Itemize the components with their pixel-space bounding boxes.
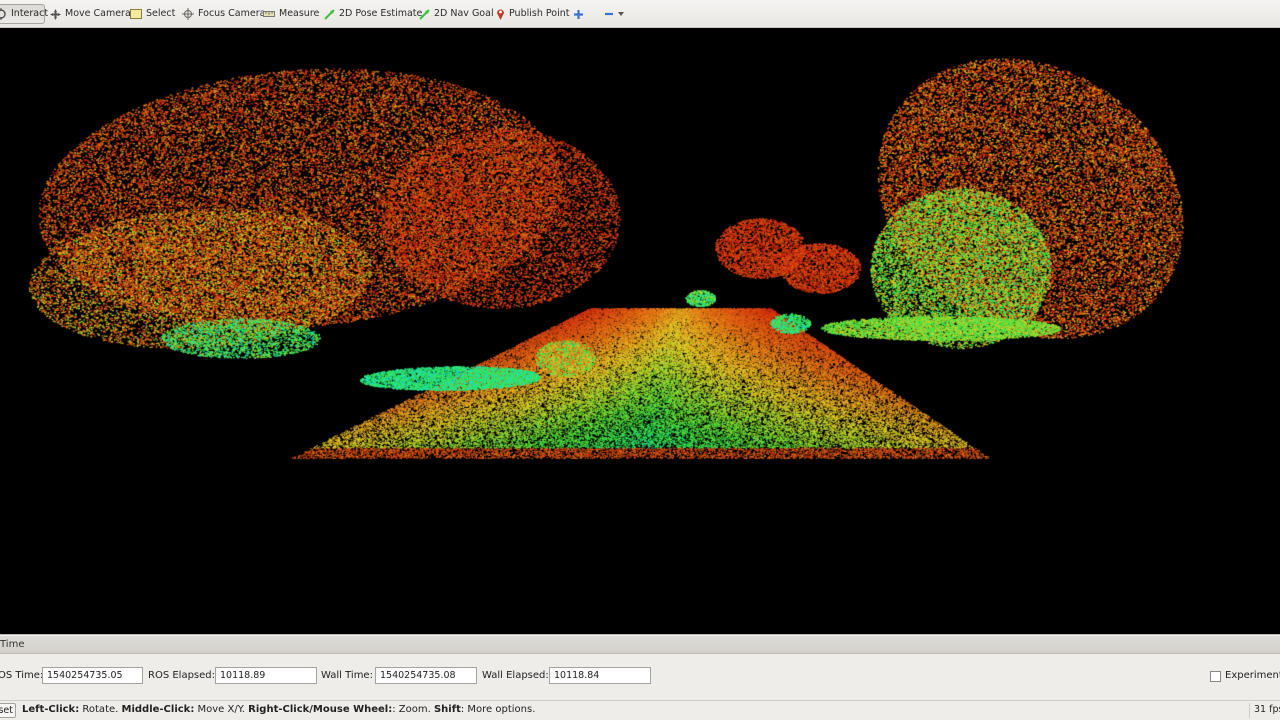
reset-button[interactable]: set [0, 703, 16, 718]
status-bar: set Left-Click: Rotate. Middle-Click: Mo… [0, 700, 1280, 720]
experimental-checkbox[interactable] [1210, 671, 1221, 682]
select-tool-label: Select [146, 8, 176, 19]
focus-camera-tool-button[interactable]: Focus Camera [182, 4, 265, 24]
hint-part: Move X/Y. [194, 704, 249, 715]
mouse-hint-text: Left-Click: Rotate. Middle-Click: Move X… [22, 704, 535, 715]
publish-point-icon [496, 8, 505, 20]
hint-part: Middle-Click: [121, 704, 195, 715]
focus-camera-icon [182, 8, 194, 20]
measure-icon [263, 10, 275, 18]
hint-part: Rotate. [79, 704, 122, 715]
interact-tool-label: Interact [11, 8, 49, 19]
ros-time-label: OS Time: [0, 670, 44, 681]
chevron-down-icon [618, 12, 624, 16]
plus-icon [573, 9, 584, 20]
wall-elapsed-label: Wall Elapsed: [482, 670, 549, 681]
wall-time-label: Wall Time: [321, 670, 373, 681]
ros-elapsed-field[interactable]: 10118.89 [215, 667, 317, 684]
select-icon [130, 9, 142, 19]
publish-point-tool-label: Publish Point [509, 8, 570, 19]
tools-toolbar: Interact Move Camera Select Focus Camera… [0, 0, 1280, 28]
select-tool-button[interactable]: Select [130, 4, 175, 24]
pose-estimate-tool-label: 2D Pose Estimate [339, 8, 423, 19]
fps-counter: 31 fps [1249, 703, 1280, 718]
measure-tool-label: Measure [279, 8, 320, 19]
nav-goal-tool-label: 2D Nav Goal [434, 8, 494, 19]
move-camera-tool-label: Move Camera [65, 8, 131, 19]
move-camera-icon [50, 8, 61, 20]
ros-elapsed-label: ROS Elapsed: [148, 670, 215, 681]
nav-goal-icon [419, 8, 430, 20]
hint-part: Left-Click: [22, 704, 80, 715]
move-camera-tool-button[interactable]: Move Camera [50, 4, 131, 24]
wall-elapsed-field[interactable]: 10118.84 [549, 667, 651, 684]
focus-camera-tool-label: Focus Camera [198, 8, 266, 19]
hint-part: Shift [433, 704, 461, 715]
hint-part: : More options. [460, 704, 536, 715]
interact-tool-button[interactable]: Interact [0, 4, 49, 24]
add-tool-button[interactable] [573, 4, 588, 24]
pose-estimate-icon [324, 8, 335, 20]
3d-render-view[interactable] [0, 28, 1280, 634]
hint-part: Right-Click/Mouse Wheel: [248, 704, 393, 715]
measure-tool-button[interactable]: Measure [263, 4, 319, 24]
remove-tool-dropdown[interactable] [604, 4, 628, 24]
wall-time-field[interactable]: 1540254735.08 [375, 667, 477, 684]
publish-point-tool-button[interactable]: Publish Point [496, 4, 569, 24]
time-panel-title: Time [0, 636, 1280, 654]
minus-icon [604, 11, 614, 17]
experimental-label: Experiment [1225, 670, 1280, 681]
interact-icon [0, 8, 7, 20]
ros-time-field[interactable]: 1540254735.05 [42, 667, 143, 684]
hint-part: : Zoom. [392, 704, 434, 715]
nav-goal-tool-button[interactable]: 2D Nav Goal [419, 4, 494, 24]
pose-estimate-tool-button[interactable]: 2D Pose Estimate [324, 4, 422, 24]
time-panel: Time OS Time: 1540254735.05 ROS Elapsed:… [0, 634, 1280, 700]
point-cloud-render[interactable] [0, 28, 1280, 634]
